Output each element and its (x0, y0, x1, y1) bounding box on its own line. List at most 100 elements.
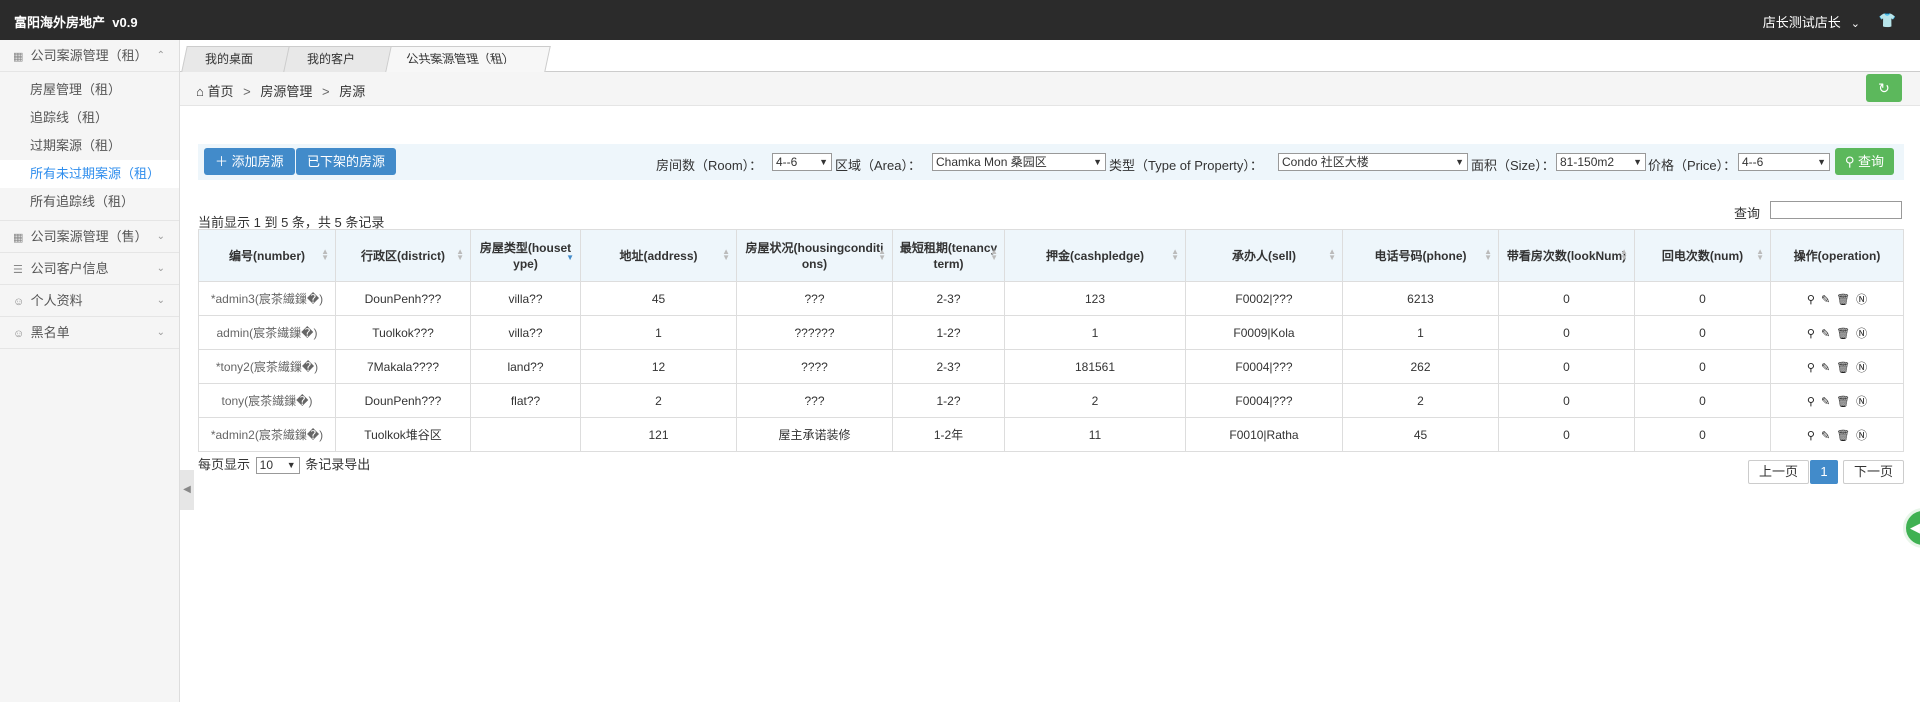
delete-icon[interactable]: 🗑 (1836, 327, 1850, 340)
refresh-button[interactable]: ↻ (1866, 74, 1902, 102)
sidebar-group-blacklist[interactable]: ☺ 黑名单 ⌄ (0, 317, 179, 349)
delete-icon[interactable]: 🗑 (1836, 361, 1850, 374)
col-header-deposit[interactable]: 押金(cashpledge) ▲ ▼ (1004, 229, 1186, 282)
col-header-tenancy[interactable]: 最短租期(tenancyterm) ▲ ▼ (892, 229, 1005, 282)
col-header-housetype[interactable]: 房屋类型(housetype) ▼ (470, 229, 581, 282)
cell-number: tony(宸茶繊鏁�) (198, 383, 336, 418)
area-filter-label: 区域（Area）： (835, 158, 921, 173)
delete-icon[interactable]: 🗑 (1836, 395, 1850, 408)
room-select[interactable]: 4--6 ▼ (772, 153, 832, 171)
edit-icon[interactable]: ✎ (1821, 395, 1830, 408)
current-page[interactable]: 1 (1810, 460, 1838, 484)
col-header-looknum[interactable]: 带看房次数(lookNum) ▲ ▼ (1498, 229, 1635, 282)
cell-phone: 45 (1342, 417, 1499, 452)
sidebar-collapse-handle[interactable]: ◀ (180, 470, 194, 510)
sidebar-group-profile[interactable]: ☺ 个人资料 ⌄ (0, 285, 179, 317)
size-select[interactable]: 81-150m2 ▼ (1556, 153, 1646, 171)
cell-phone: 1 (1342, 315, 1499, 350)
col-header-phone[interactable]: 电话号码(phone) ▲ ▼ (1342, 229, 1499, 282)
col-header-agent[interactable]: 承办人(sell) ▲ ▼ (1185, 229, 1343, 282)
user-menu[interactable]: 店长测试店长 ⌄ (1763, 12, 1860, 31)
sidebar-group-customers[interactable]: ☰ 公司客户信息 ⌄ (0, 253, 179, 285)
select-value: 4--6 (1742, 155, 1764, 169)
edit-icon[interactable]: ✎ (1821, 361, 1830, 374)
cell-condition: ?????? (736, 315, 893, 350)
sidebar-group-rent[interactable]: ▦ 公司案源管理（租） ⌃ (0, 40, 179, 72)
table-header-row: 编号(number) ▲ ▼ 行政区(district) ▲ ▼ 房屋类型(houset… (198, 229, 1904, 282)
table-search-input[interactable] (1770, 201, 1902, 219)
view-icon[interactable]: ⚲ (1807, 293, 1815, 306)
table-row[interactable]: *admin3(宸茶繊鏁�) DounPenh??? villa?? 45??? 2-3… (198, 281, 1904, 316)
sidebar-group-sale[interactable]: ▦ 公司案源管理（售） ⌄ (0, 221, 179, 253)
sidebar-item-house-management[interactable]: 房屋管理（租） (0, 76, 179, 104)
cell-district: DounPenh??? (335, 281, 471, 316)
cell-callback: 0 (1634, 417, 1771, 452)
view-icon[interactable]: ⚲ (1807, 361, 1815, 374)
sidebar-item-unexpired[interactable]: 所有未过期案源（租） (0, 160, 179, 188)
sidebar-group-label: 黑名单 (30, 325, 70, 340)
sidebar-group-label: 公司案源管理（售） (30, 229, 148, 244)
next-page-button[interactable]: 下一页 (1843, 460, 1905, 484)
breadcrumb-separator: > (243, 84, 251, 99)
detail-icon[interactable]: Ⓝ (1856, 291, 1867, 307)
chevron-down-icon: ⌄ (1850, 18, 1860, 30)
detail-icon[interactable]: Ⓝ (1856, 325, 1867, 341)
skin-icon[interactable]: 👕 (1879, 12, 1896, 29)
col-header-number[interactable]: 编号(number) ▲ ▼ (198, 229, 336, 282)
tab-label: 我的客户 (307, 52, 356, 66)
sidebar-group-label: 公司客户信息 (30, 261, 109, 276)
offline-listings-button[interactable]: 已下架的房源 (296, 148, 397, 175)
tab-desktop[interactable]: 我的桌面 (181, 46, 291, 72)
cell-agent: F0002|??? (1185, 281, 1343, 316)
add-listing-button[interactable]: ＋ 添加房源 (204, 148, 295, 175)
table-row[interactable]: *tony2(宸茶繊鏁�) 7Makala???? land?? 12???? 2-3?… (198, 349, 1904, 384)
sort-icon: ▲ ▼ (1620, 247, 1628, 262)
float-action-button[interactable]: ◀◀ (1903, 508, 1920, 548)
detail-icon[interactable]: Ⓝ (1856, 427, 1867, 443)
export-link[interactable]: 条记录导出 (305, 457, 370, 472)
view-icon[interactable]: ⚲ (1807, 429, 1815, 442)
price-select[interactable]: 4--6 ▼ (1738, 153, 1830, 171)
tab-my-customers[interactable]: 我的客户 (283, 46, 393, 72)
select-value: Condo 社区大楼 (1282, 155, 1369, 169)
cell-tenancy: 1-2年 (892, 417, 1005, 452)
cell-condition: ??? (736, 281, 893, 316)
cell-agent: F0010|Ratha (1185, 417, 1343, 452)
col-header-district[interactable]: 行政区(district) ▲ ▼ (335, 229, 471, 282)
sidebar-group-label: 公司案源管理（租） (30, 48, 148, 63)
delete-icon[interactable]: 🗑 (1836, 429, 1850, 442)
page-size-prefix: 每页显示 (198, 457, 251, 472)
page-size-select[interactable]: 10 ▼ (255, 457, 300, 475)
cell-operation: ⚲ ✎ 🗑 Ⓝ (1770, 349, 1904, 384)
header-label: 押金(cashpledge) (1045, 248, 1145, 263)
tab-public-listings[interactable]: 公共案源管理（租）× (385, 46, 551, 90)
chevron-down-icon: ⌄ (156, 263, 165, 274)
edit-icon[interactable]: ✎ (1821, 429, 1830, 442)
cell-district: Tuolkok堆谷区 (335, 417, 471, 452)
app-brand[interactable]: 富阳海外房地产 v0.9 (14, 12, 138, 31)
table-row[interactable]: *admin2(宸茶繊鏁�) Tuolkok堆谷区 121 屋主承诺装修 1-2年 11 F… (198, 417, 1904, 452)
col-header-callback[interactable]: 回电次数(num) ▲ ▼ (1634, 229, 1771, 282)
table-row[interactable]: tony(宸茶繊鏁�) DounPenh??? flat?? 2??? 1-2? 2 F00… (198, 383, 1904, 418)
edit-icon[interactable]: ✎ (1821, 327, 1830, 340)
sidebar-item-expired[interactable]: 过期案源（租） (0, 132, 179, 160)
area-select[interactable]: Chamka Mon 桑园区 ▼ (932, 153, 1106, 171)
detail-icon[interactable]: Ⓝ (1856, 359, 1867, 375)
col-header-address[interactable]: 地址(address) ▲ ▼ (580, 229, 737, 282)
sidebar-item-all-tracking[interactable]: 所有追踪线（租） (0, 188, 179, 216)
button-label: 查询 (1857, 154, 1884, 169)
edit-icon[interactable]: ✎ (1821, 293, 1830, 306)
prev-page-button[interactable]: 上一页 (1748, 460, 1810, 484)
col-header-condition[interactable]: 房屋状况(housingconditions) ▲ ▼ (736, 229, 893, 282)
cell-operation: ⚲ ✎ 🗑 Ⓝ (1770, 383, 1904, 418)
breadcrumb-home[interactable]: 首页 (207, 84, 233, 99)
detail-icon[interactable]: Ⓝ (1856, 393, 1867, 409)
delete-icon[interactable]: 🗑 (1836, 293, 1850, 306)
tab-label: 我的桌面 (205, 52, 254, 66)
view-icon[interactable]: ⚲ (1807, 395, 1815, 408)
sidebar-item-tracking[interactable]: 追踪线（租） (0, 104, 179, 132)
view-icon[interactable]: ⚲ (1807, 327, 1815, 340)
type-select[interactable]: Condo 社区大楼 ▼ (1278, 153, 1468, 171)
table-row[interactable]: admin(宸茶繊鏁�) Tuolkok??? villa?? 1?????? 1-2?… (198, 315, 1904, 350)
query-button[interactable]: ⚲ 查询 (1834, 148, 1894, 175)
